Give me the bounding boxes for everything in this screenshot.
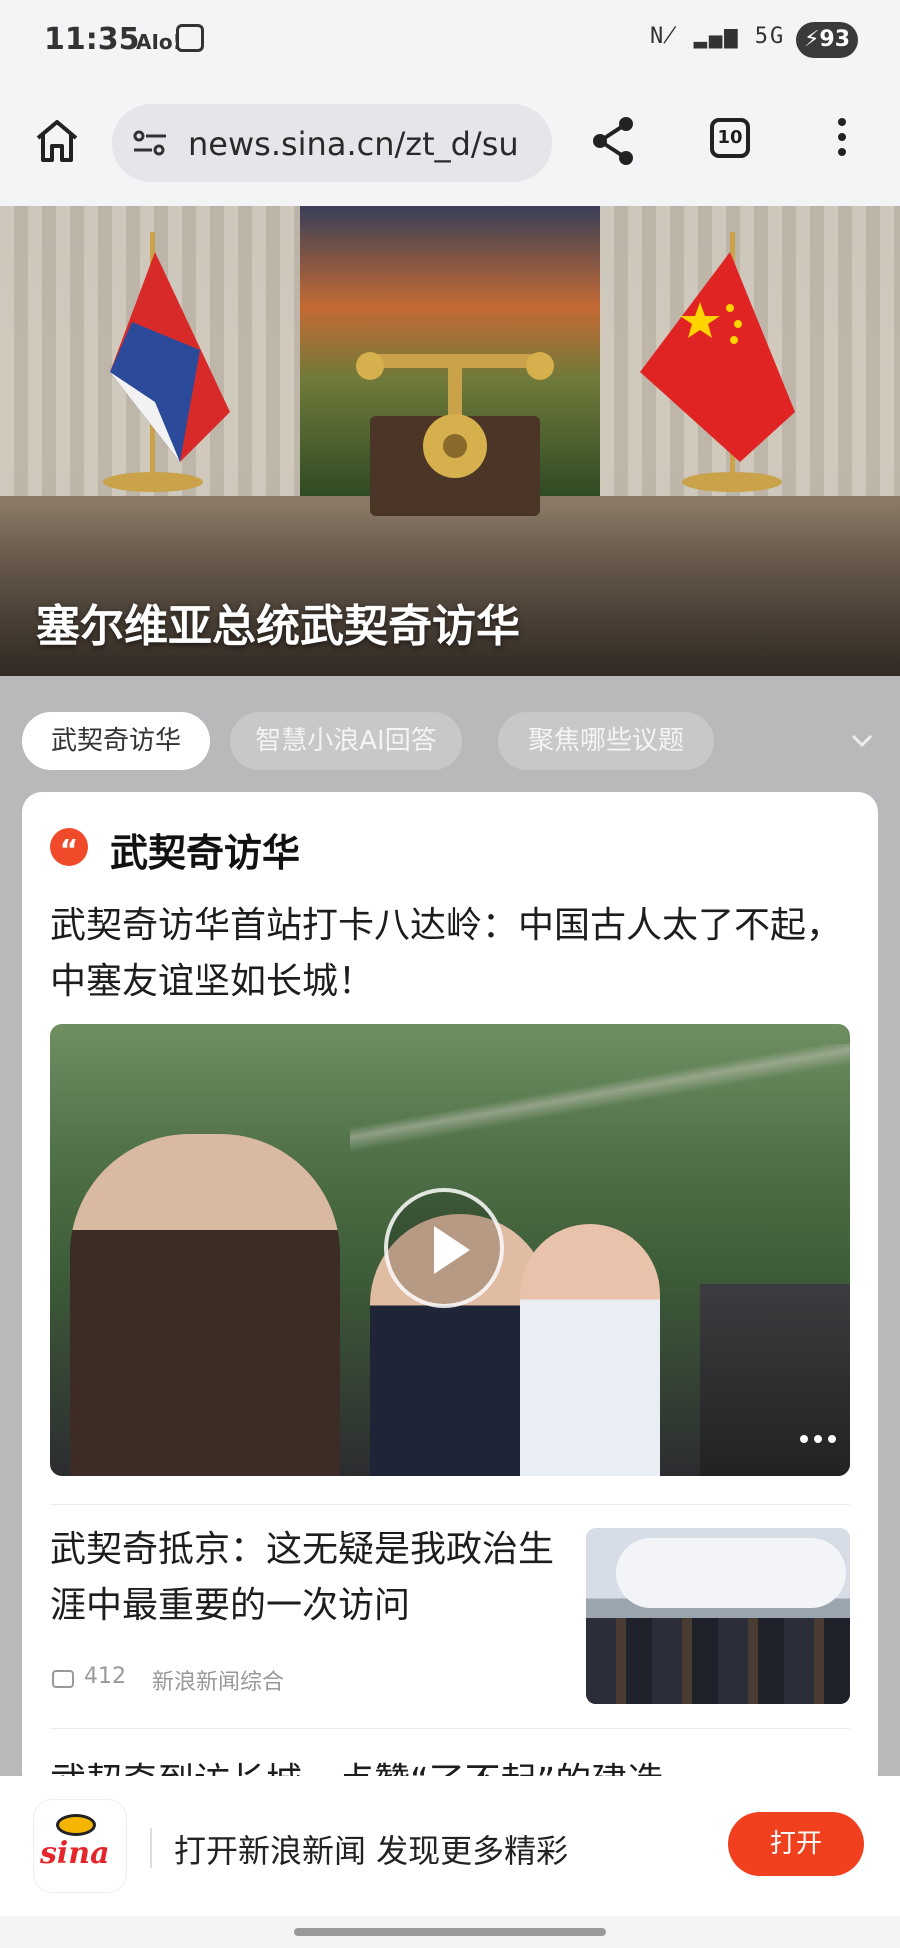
- telephone-icon: [356, 352, 554, 516]
- video-player[interactable]: [50, 1024, 850, 1476]
- address-bar[interactable]: news.sina.cn/zt_d/su: [112, 104, 552, 182]
- hero-banner[interactable]: 塞尔维亚总统武契奇访华: [0, 206, 900, 676]
- airplane-image: [616, 1538, 846, 1608]
- section-title[interactable]: 武契奇访华: [110, 822, 300, 877]
- home-icon[interactable]: [30, 114, 84, 168]
- video-figure: [520, 1224, 660, 1476]
- hero-title[interactable]: 塞尔维亚总统武契奇访华: [36, 590, 520, 654]
- battery-level: 93: [819, 27, 851, 52]
- chip-wukeqi-visit[interactable]: 武契奇访华: [22, 712, 210, 770]
- more-menu-icon[interactable]: [832, 118, 852, 164]
- comment-count: 412: [84, 1664, 126, 1689]
- url-text[interactable]: news.sina.cn/zt_d/su: [188, 125, 519, 163]
- status-bar: 11:35 AIo! N̸ ▂▄▆ 5G ▂▄▆ ⚡93: [0, 0, 900, 88]
- scan-icon: [176, 24, 204, 52]
- gesture-area: [0, 1916, 900, 1948]
- delegation-image: [586, 1618, 850, 1704]
- open-app-button[interactable]: 打开: [728, 1812, 864, 1876]
- aio-indicator: AIo!: [136, 30, 182, 54]
- tabs-button[interactable]: 10: [710, 118, 750, 158]
- item-thumbnail[interactable]: [586, 1528, 850, 1704]
- lead-headline[interactable]: 武契奇访华首站打卡八达岭：中国古人太了不起，中塞友谊坚如长城！: [50, 898, 870, 1010]
- share-icon[interactable]: [588, 114, 638, 168]
- chinese-flag-icon: [640, 232, 795, 492]
- divider: [50, 1504, 850, 1505]
- clock: 11:35: [44, 22, 140, 57]
- video-figure: [70, 1134, 340, 1476]
- great-wall-scenery: [350, 1044, 850, 1164]
- app-promo-bar: sina 打开新浪新闻 发现更多精彩 打开: [0, 1776, 900, 1916]
- divider: [150, 1828, 152, 1868]
- chip-ai-answer[interactable]: 智慧小浪AI回答: [230, 712, 462, 770]
- serbian-flag-icon: [103, 232, 230, 492]
- promo-text: 打开新浪新闻 发现更多精彩: [174, 1832, 569, 1870]
- news-card: “ 武契奇访华 武契奇访华首站打卡八达岭：中国古人太了不起，中塞友谊坚如长城！ …: [22, 792, 878, 1792]
- sina-logo-icon: sina: [34, 1800, 126, 1892]
- home-gesture-bar[interactable]: [294, 1928, 606, 1936]
- chip-focus-topics[interactable]: 聚焦哪些议题: [498, 712, 714, 770]
- battery-indicator: ⚡93: [796, 22, 858, 58]
- video-camera-crew: [700, 1284, 850, 1476]
- comment-icon: [52, 1670, 74, 1688]
- item-headline[interactable]: 武契奇抵京：这无疑是我政治生涯中最重要的一次访问: [50, 1522, 570, 1634]
- news-source: 新浪新闻综合: [152, 1670, 285, 1695]
- more-options-icon[interactable]: [800, 1428, 850, 1443]
- browser-toolbar: news.sina.cn/zt_d/su 10: [0, 88, 900, 206]
- chevron-down-icon[interactable]: [850, 728, 874, 752]
- quote-icon: “: [50, 828, 88, 866]
- play-icon[interactable]: [384, 1188, 504, 1308]
- site-settings-icon[interactable]: [132, 128, 168, 158]
- divider: [50, 1728, 850, 1729]
